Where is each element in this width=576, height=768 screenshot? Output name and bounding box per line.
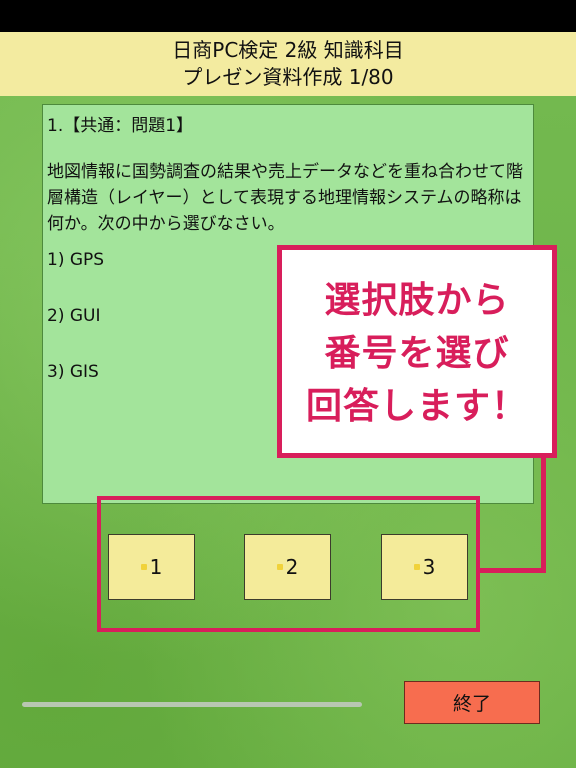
answer-button-2[interactable]: 2: [244, 534, 331, 600]
question-number: 1.【共通：問題1】: [47, 116, 194, 136]
callout-line-3: 回答します！: [305, 386, 528, 427]
status-bar: [0, 0, 576, 32]
callout-line-1: 選択肢から: [324, 280, 510, 321]
callout-connector-vertical: [541, 455, 546, 573]
callout-line-2: 番号を選び: [324, 333, 510, 374]
answer-button-3[interactable]: 3: [381, 534, 468, 600]
answer-button-1[interactable]: 1: [108, 534, 195, 600]
end-button[interactable]: 終了: [404, 681, 540, 724]
page-subtitle: プレゼン資料作成 1/80: [182, 65, 394, 89]
answer-label-1: 1: [149, 555, 163, 579]
callout-connector-horizontal: [477, 568, 546, 573]
instruction-callout: 選択肢から 番号を選び 回答します！: [277, 245, 557, 458]
question-text: 地図情報に国勢調査の結果や売上データなどを重ね合わせて階層構造（レイヤー）として…: [47, 162, 523, 234]
progress-bar: [22, 702, 362, 707]
answer-label-3: 3: [422, 555, 436, 579]
bullet-icon: [276, 564, 283, 570]
bullet-icon: [413, 564, 420, 570]
page-title: 日商PC検定 2級 知識科目: [172, 38, 404, 62]
page-header: 日商PC検定 2級 知識科目 プレゼン資料作成 1/80: [0, 32, 576, 96]
bullet-icon: [140, 564, 147, 570]
answer-label-2: 2: [285, 555, 299, 579]
